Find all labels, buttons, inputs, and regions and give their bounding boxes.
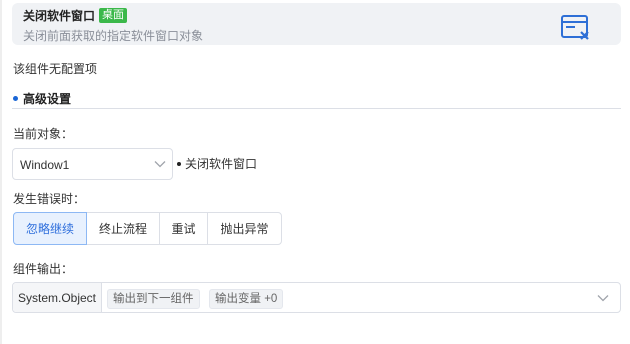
close-window-icon (561, 15, 589, 40)
component-description: 关闭前面获取的指定软件窗口对象 (23, 29, 204, 43)
header-title-row: 关闭软件窗口 桌面 (23, 7, 128, 23)
on-error-throw-button[interactable]: 抛出异常 (207, 212, 282, 245)
output-label: 组件输出： (13, 262, 74, 276)
chevron-down-icon (154, 161, 166, 168)
target-description-text: 关闭软件窗口 (185, 157, 258, 171)
on-error-button-group: 忽略继续 终止流程 重试 抛出异常 (13, 212, 282, 245)
advanced-section-title: 高级设置 (23, 92, 72, 106)
no-config-notice: 该组件无配置项 (13, 62, 98, 76)
output-type: System.Object (13, 283, 102, 312)
description-bullet (177, 161, 181, 166)
target-object-value: Window1 (20, 158, 70, 172)
on-error-terminate-button[interactable]: 终止流程 (86, 212, 160, 245)
advanced-section-header: 高级设置 (13, 90, 71, 107)
target-label: 当前对象： (13, 127, 74, 141)
component-title: 关闭软件窗口 (23, 8, 96, 23)
category-badge: 桌面 (99, 7, 128, 23)
on-error-retry-button[interactable]: 重试 (159, 212, 208, 245)
output-tag-variable[interactable]: 输出变量 +0 (209, 289, 284, 309)
panel-left-border (0, 0, 2, 344)
section-bullet (13, 96, 18, 101)
section-divider (12, 108, 621, 109)
target-object-select[interactable]: Window1 (12, 148, 173, 180)
output-tag-next-component[interactable]: 输出到下一组件 (107, 289, 200, 309)
component-header: 关闭软件窗口 桌面 关闭前面获取的指定软件窗口对象 (12, 3, 621, 45)
on-error-ignore-button[interactable]: 忽略继续 (13, 212, 87, 245)
target-description: 关闭软件窗口 (177, 155, 257, 172)
chevron-down-icon (597, 295, 609, 302)
on-error-label: 发生错误时： (13, 192, 86, 206)
component-output-select[interactable]: System.Object 输出到下一组件 输出变量 +0 (12, 282, 621, 313)
